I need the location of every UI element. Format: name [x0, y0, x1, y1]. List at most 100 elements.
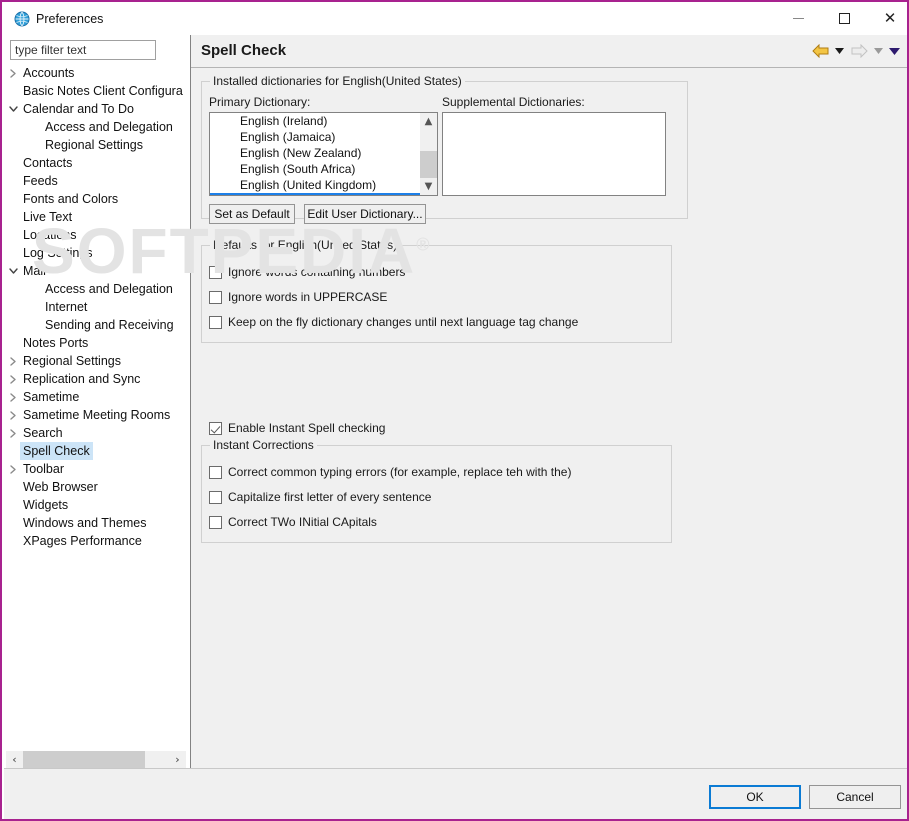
tree-horizontal-scrollbar[interactable]: ‹ ›	[6, 751, 186, 768]
list-item[interactable]: English (Ireland)	[210, 113, 420, 129]
forward-arrow-icon	[849, 42, 869, 60]
close-button[interactable]: ✕	[867, 4, 907, 33]
sidebar-item-access-and-delegation[interactable]: Access and Delegation	[6, 118, 186, 136]
edit-user-dictionary-button[interactable]: Edit User Dictionary...	[304, 204, 426, 224]
instant-correction-label: Correct TWo INitial CApitals	[228, 515, 377, 529]
sidebar-item-contacts[interactable]: Contacts	[6, 154, 186, 172]
list-item[interactable]: English (Jamaica)	[210, 129, 420, 145]
back-dropdown-caret[interactable]	[833, 42, 846, 60]
defaults-checkbox[interactable]	[209, 265, 222, 279]
defaults-option-row[interactable]: Ignore words containing numbers	[209, 264, 405, 280]
sidebar-item-basic-notes-client-configura[interactable]: Basic Notes Client Configura	[6, 82, 186, 100]
sidebar-item-mail[interactable]: Mail	[6, 262, 186, 280]
enable-instant-spell-checking-row[interactable]: Enable Instant Spell checking	[209, 420, 385, 436]
sidebar-item-label: Access and Delegation	[45, 282, 173, 296]
chevron-right-icon[interactable]	[6, 388, 20, 406]
sidebar-item-label: Regional Settings	[23, 354, 121, 368]
sidebar-item-label: Fonts and Colors	[23, 192, 119, 206]
chevron-down-icon[interactable]	[6, 100, 20, 118]
preferences-window: Preferences ✕ Accounts Basic Notes Client…	[0, 0, 909, 821]
sidebar-item-fonts-and-colors[interactable]: Fonts and Colors	[6, 190, 186, 208]
sidebar-item-regional-settings[interactable]: Regional Settings	[6, 352, 186, 370]
scroll-left-icon[interactable]: ‹	[6, 751, 23, 768]
sidebar-item-replication-and-sync[interactable]: Replication and Sync	[6, 370, 186, 388]
sidebar-item-label: Windows and Themes	[23, 516, 147, 530]
defaults-checkbox[interactable]	[209, 290, 222, 304]
sidebar-item-sametime[interactable]: Sametime	[6, 388, 186, 406]
sidebar-item-regional-settings[interactable]: Regional Settings	[6, 136, 186, 154]
instant-correction-checkbox[interactable]	[209, 490, 222, 504]
list-item[interactable]: English (South Africa)	[210, 161, 420, 177]
list-item[interactable]: ✓ English (United States)	[210, 193, 420, 195]
sidebar-item-notes-ports[interactable]: Notes Ports	[6, 334, 186, 352]
set-as-default-button[interactable]: Set as Default	[209, 204, 295, 224]
preferences-tree[interactable]: Accounts Basic Notes Client Configura Cale…	[6, 64, 186, 749]
sidebar-item-xpages-performance[interactable]: XPages Performance	[6, 532, 186, 550]
scroll-up-icon[interactable]: ▲	[420, 113, 437, 130]
chevron-right-icon[interactable]	[6, 370, 20, 388]
chevron-right-icon[interactable]	[6, 352, 20, 370]
maximize-button[interactable]	[821, 4, 867, 33]
instant-correction-checkbox[interactable]	[209, 515, 222, 529]
list-item[interactable]: English (United Kingdom)	[210, 177, 420, 193]
list-item-label: English (Jamaica)	[240, 130, 336, 144]
instant-correction-option-row[interactable]: Correct TWo INitial CApitals	[209, 514, 377, 530]
scroll-down-icon[interactable]: ▼	[420, 178, 437, 195]
sidebar-item-accounts[interactable]: Accounts	[6, 64, 186, 82]
instant-correction-option-row[interactable]: Capitalize first letter of every sentenc…	[209, 489, 431, 505]
list-item-label: English (New Zealand)	[240, 146, 362, 160]
view-menu-caret[interactable]	[888, 42, 901, 60]
sidebar-item-internet[interactable]: Internet	[6, 298, 186, 316]
scroll-track[interactable]	[23, 751, 169, 768]
scroll-thumb[interactable]	[23, 751, 145, 768]
maximize-icon	[838, 13, 850, 24]
sidebar-item-locations[interactable]: Locations	[6, 226, 186, 244]
defaults-option-row[interactable]: Ignore words in UPPERCASE	[209, 289, 387, 305]
supplemental-dictionaries-list[interactable]	[442, 112, 666, 196]
sidebar-item-access-and-delegation[interactable]: Access and Delegation	[6, 280, 186, 298]
sidebar-item-label: Basic Notes Client Configura	[23, 84, 183, 98]
sidebar-item-web-browser[interactable]: Web Browser	[6, 478, 186, 496]
defaults-option-row[interactable]: Keep on the fly dictionary changes until…	[209, 314, 578, 330]
sidebar-item-log-settings[interactable]: Log Settings	[6, 244, 186, 262]
chevron-down-icon[interactable]	[6, 262, 20, 280]
chevron-right-icon[interactable]	[6, 460, 20, 478]
instant-correction-option-row[interactable]: Correct common typing errors (for exampl…	[209, 464, 571, 480]
check-icon: ✓	[222, 193, 231, 195]
instant-correction-label: Correct common typing errors (for exampl…	[228, 465, 572, 479]
sidebar-item-sametime-meeting-rooms[interactable]: Sametime Meeting Rooms	[6, 406, 186, 424]
sidebar-item-toolbar[interactable]: Toolbar	[6, 460, 186, 478]
instant-correction-label: Capitalize first letter of every sentenc…	[228, 490, 432, 504]
sidebar-item-label: Sending and Receiving	[45, 318, 174, 332]
sidebar-item-label: Web Browser	[23, 480, 98, 494]
sidebar-item-live-text[interactable]: Live Text	[6, 208, 186, 226]
chevron-right-icon[interactable]	[6, 64, 20, 82]
cancel-button[interactable]: Cancel	[809, 785, 901, 809]
sidebar-item-feeds[interactable]: Feeds	[6, 172, 186, 190]
sidebar-item-search[interactable]: Search	[6, 424, 186, 442]
sidebar-item-widgets[interactable]: Widgets	[6, 496, 186, 514]
chevron-right-icon[interactable]	[6, 424, 20, 442]
ok-button[interactable]: OK	[709, 785, 801, 809]
primary-dictionary-list[interactable]: English (Ireland) English (Jamaica) Englis…	[209, 112, 438, 196]
back-arrow-icon[interactable]	[810, 42, 830, 60]
defaults-checkbox[interactable]	[209, 315, 222, 329]
sidebar-item-spell-check[interactable]: Spell Check	[6, 442, 186, 460]
close-icon: ✕	[883, 9, 897, 27]
sidebar-item-sending-and-receiving[interactable]: Sending and Receiving	[6, 316, 186, 334]
list-item[interactable]: English (New Zealand)	[210, 145, 420, 161]
instant-correction-checkbox[interactable]	[209, 465, 222, 479]
search-input[interactable]	[10, 40, 156, 60]
sidebar-item-label: Search	[23, 426, 63, 440]
sidebar-item-windows-and-themes[interactable]: Windows and Themes	[6, 514, 186, 532]
scroll-right-icon[interactable]: ›	[169, 751, 186, 768]
list-vertical-scrollbar[interactable]: ▲ ▼	[420, 113, 437, 195]
filter-field-wrapper	[10, 40, 156, 60]
minimize-icon	[792, 18, 804, 19]
sidebar-item-label: Replication and Sync	[23, 372, 141, 386]
minimize-button[interactable]	[775, 4, 821, 33]
settings-content: Installed dictionaries for English(Unite…	[191, 68, 907, 768]
chevron-right-icon[interactable]	[6, 406, 20, 424]
sidebar-item-calendar-and-to-do[interactable]: Calendar and To Do	[6, 100, 186, 118]
enable-instant-spell-checking-checkbox[interactable]	[209, 421, 222, 435]
